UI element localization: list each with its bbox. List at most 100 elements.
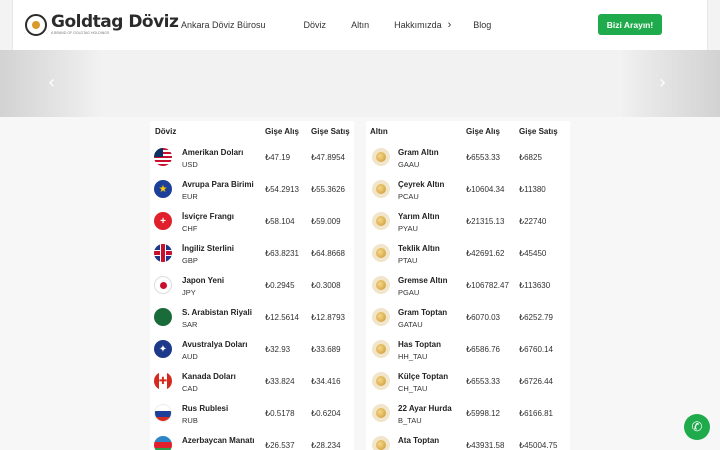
gold-coin-icon — [372, 308, 390, 326]
sell-price: ₺6825 — [519, 153, 542, 162]
jp-flag-icon — [154, 276, 172, 294]
buy-price: ₺33.824 — [265, 377, 295, 386]
buy-price: ₺54.2913 — [265, 185, 300, 194]
nav-item-hakkimizda[interactable]: Hakkımızda — [394, 20, 442, 30]
currency-code: GBP — [182, 256, 198, 265]
sell-price: ₺0.6204 — [311, 409, 341, 418]
nav-item-doviz[interactable]: Döviz — [304, 20, 327, 30]
table-row: ✚ Kanada Doları CAD ₺33.824 ₺34.416 — [150, 365, 354, 397]
table-row: Külçe Toptan CH_TAU ₺6553.33 ₺6726.44 — [366, 365, 570, 397]
gold-coin-icon — [372, 276, 390, 294]
chevron-right-icon[interactable]: › — [659, 72, 666, 93]
sa-flag-icon — [154, 308, 172, 326]
ru-flag-icon — [154, 404, 172, 422]
chevron-left-icon[interactable]: ‹ — [48, 72, 55, 93]
buy-price: ₺58.104 — [265, 217, 295, 226]
rates-section: Döviz Gişe Alış Gişe Satış Amerikan Dola… — [0, 117, 720, 450]
gold-code: B_TAU — [398, 416, 422, 425]
table-row: + İsviçre Frangı CHF ₺58.104 ₺59.009 — [150, 205, 354, 237]
gold-coin-icon — [372, 148, 390, 166]
gold-name: Çeyrek Altın — [398, 180, 445, 189]
gold-coin-icon — [372, 212, 390, 230]
brand-logo[interactable]: Goldtag Döviz A BRAND OF GOLDTAG HOLDING… — [25, 12, 179, 38]
ch-flag-icon: + — [154, 212, 172, 230]
currency-code: EUR — [182, 192, 198, 201]
column-header-name: Döviz — [155, 127, 177, 136]
sell-price: ₺45004.75 — [519, 441, 558, 450]
call-us-button[interactable]: Bizi Arayın! — [598, 14, 662, 35]
column-header-sell: Gişe Satış — [311, 127, 350, 136]
buy-price: ₺47.19 — [265, 153, 291, 162]
buy-price: ₺42691.62 — [466, 249, 505, 258]
nav-item-ankara-doviz-burosu[interactable]: Ankara Döviz Bürosu — [181, 20, 266, 30]
sell-price: ₺64.8668 — [311, 249, 346, 258]
table-row: İngiliz Sterlini GBP ₺63.8231 ₺64.8668 — [150, 237, 354, 269]
currency-name: Kanada Doları — [182, 372, 236, 381]
table-row: Gram Altın GAAU ₺6553.33 ₺6825 — [366, 141, 570, 173]
table-row: Teklik Altın PTAU ₺42691.62 ₺45450 — [366, 237, 570, 269]
gold-code: GAAU — [398, 160, 420, 169]
gold-code: PTAU — [398, 256, 418, 265]
buy-price: ₺106782.47 — [466, 281, 509, 290]
gold-code: GATAU — [398, 320, 423, 329]
table-row: Rus Rublesi RUB ₺0.5178 ₺0.6204 — [150, 397, 354, 429]
table-row: Yarım Altın PYAU ₺21315.13 ₺22740 — [366, 205, 570, 237]
gold-code: PGAU — [398, 288, 420, 297]
nav-item-altin[interactable]: Altın — [351, 20, 369, 30]
gold-table: Altın Gişe Alış Gişe Satış Gram Altın GAA… — [366, 121, 570, 450]
main-nav: Ankara Döviz Bürosu Döviz Altın Hakkımız… — [181, 0, 491, 50]
currency-code: RUB — [182, 416, 198, 425]
gold-name: Has Toptan — [398, 340, 441, 349]
gold-coin-icon — [372, 372, 390, 390]
currency-code: SAR — [182, 320, 198, 329]
currency-code: JPY — [182, 288, 196, 297]
hero-slider: ‹ › — [0, 50, 720, 117]
brand-name: Goldtag Döviz — [51, 12, 179, 33]
currency-code: AUD — [182, 352, 198, 361]
column-header-buy: Gişe Alış — [466, 127, 500, 136]
currency-name: S. Arabistan Riyali — [182, 308, 252, 317]
logo-icon — [25, 14, 47, 36]
table-row: Amerikan Doları USD ₺47.19 ₺47.8954 — [150, 141, 354, 173]
sell-price: ₺55.3626 — [311, 185, 346, 194]
gold-name: Teklik Altın — [398, 244, 440, 253]
sell-price: ₺0.3008 — [311, 281, 341, 290]
sell-price: ₺6760.14 — [519, 345, 554, 354]
sell-price: ₺12.8793 — [311, 313, 346, 322]
currency-name: Avustralya Doları — [182, 340, 248, 349]
buy-price: ₺32.93 — [265, 345, 291, 354]
gold-name: Yarım Altın — [398, 212, 440, 221]
currency-name: Rus Rublesi — [182, 404, 229, 413]
column-header-name: Altın — [370, 127, 388, 136]
currency-name: Amerikan Doları — [182, 148, 244, 157]
buy-price: ₺5998.12 — [466, 409, 501, 418]
column-header-sell: Gişe Satış — [519, 127, 558, 136]
buy-price: ₺0.5178 — [265, 409, 295, 418]
sell-price: ₺34.416 — [311, 377, 341, 386]
nav-item-blog[interactable]: Blog — [473, 20, 491, 30]
gold-coin-icon — [372, 340, 390, 358]
sell-price: ₺47.8954 — [311, 153, 346, 162]
site-header: Goldtag Döviz A BRAND OF GOLDTAG HOLDING… — [12, 0, 708, 50]
whatsapp-icon[interactable]: ✆ — [684, 414, 710, 440]
buy-price: ₺63.8231 — [265, 249, 300, 258]
buy-price: ₺26.537 — [265, 441, 295, 450]
table-row: 22 Ayar Hurda B_TAU ₺5998.12 ₺6166.81 — [366, 397, 570, 429]
buy-price: ₺6553.33 — [466, 153, 501, 162]
buy-price: ₺12.5614 — [265, 313, 300, 322]
ca-flag-icon: ✚ — [154, 372, 172, 390]
currency-name: İsviçre Frangı — [182, 212, 235, 221]
table-row: Ata ToptanA_TAU₺43931.58₺45004.75 — [366, 429, 570, 450]
table-row: Gremse Altın PGAU ₺106782.47 ₺113630 — [366, 269, 570, 301]
buy-price: ₺21315.13 — [466, 217, 505, 226]
chevron-right-icon[interactable]: › — [448, 19, 452, 31]
buy-price: ₺43931.58 — [466, 441, 505, 450]
gold-name: Gram Toptan — [398, 308, 448, 317]
column-header-buy: Gişe Alış — [265, 127, 299, 136]
buy-price: ₺6586.76 — [466, 345, 501, 354]
gold-name: Külçe Toptan — [398, 372, 449, 381]
gold-coin-icon — [372, 180, 390, 198]
gold-name: Gram Altın — [398, 148, 439, 157]
au-flag-icon: ✦ — [154, 340, 172, 358]
gold-name: 22 Ayar Hurda — [398, 404, 452, 413]
